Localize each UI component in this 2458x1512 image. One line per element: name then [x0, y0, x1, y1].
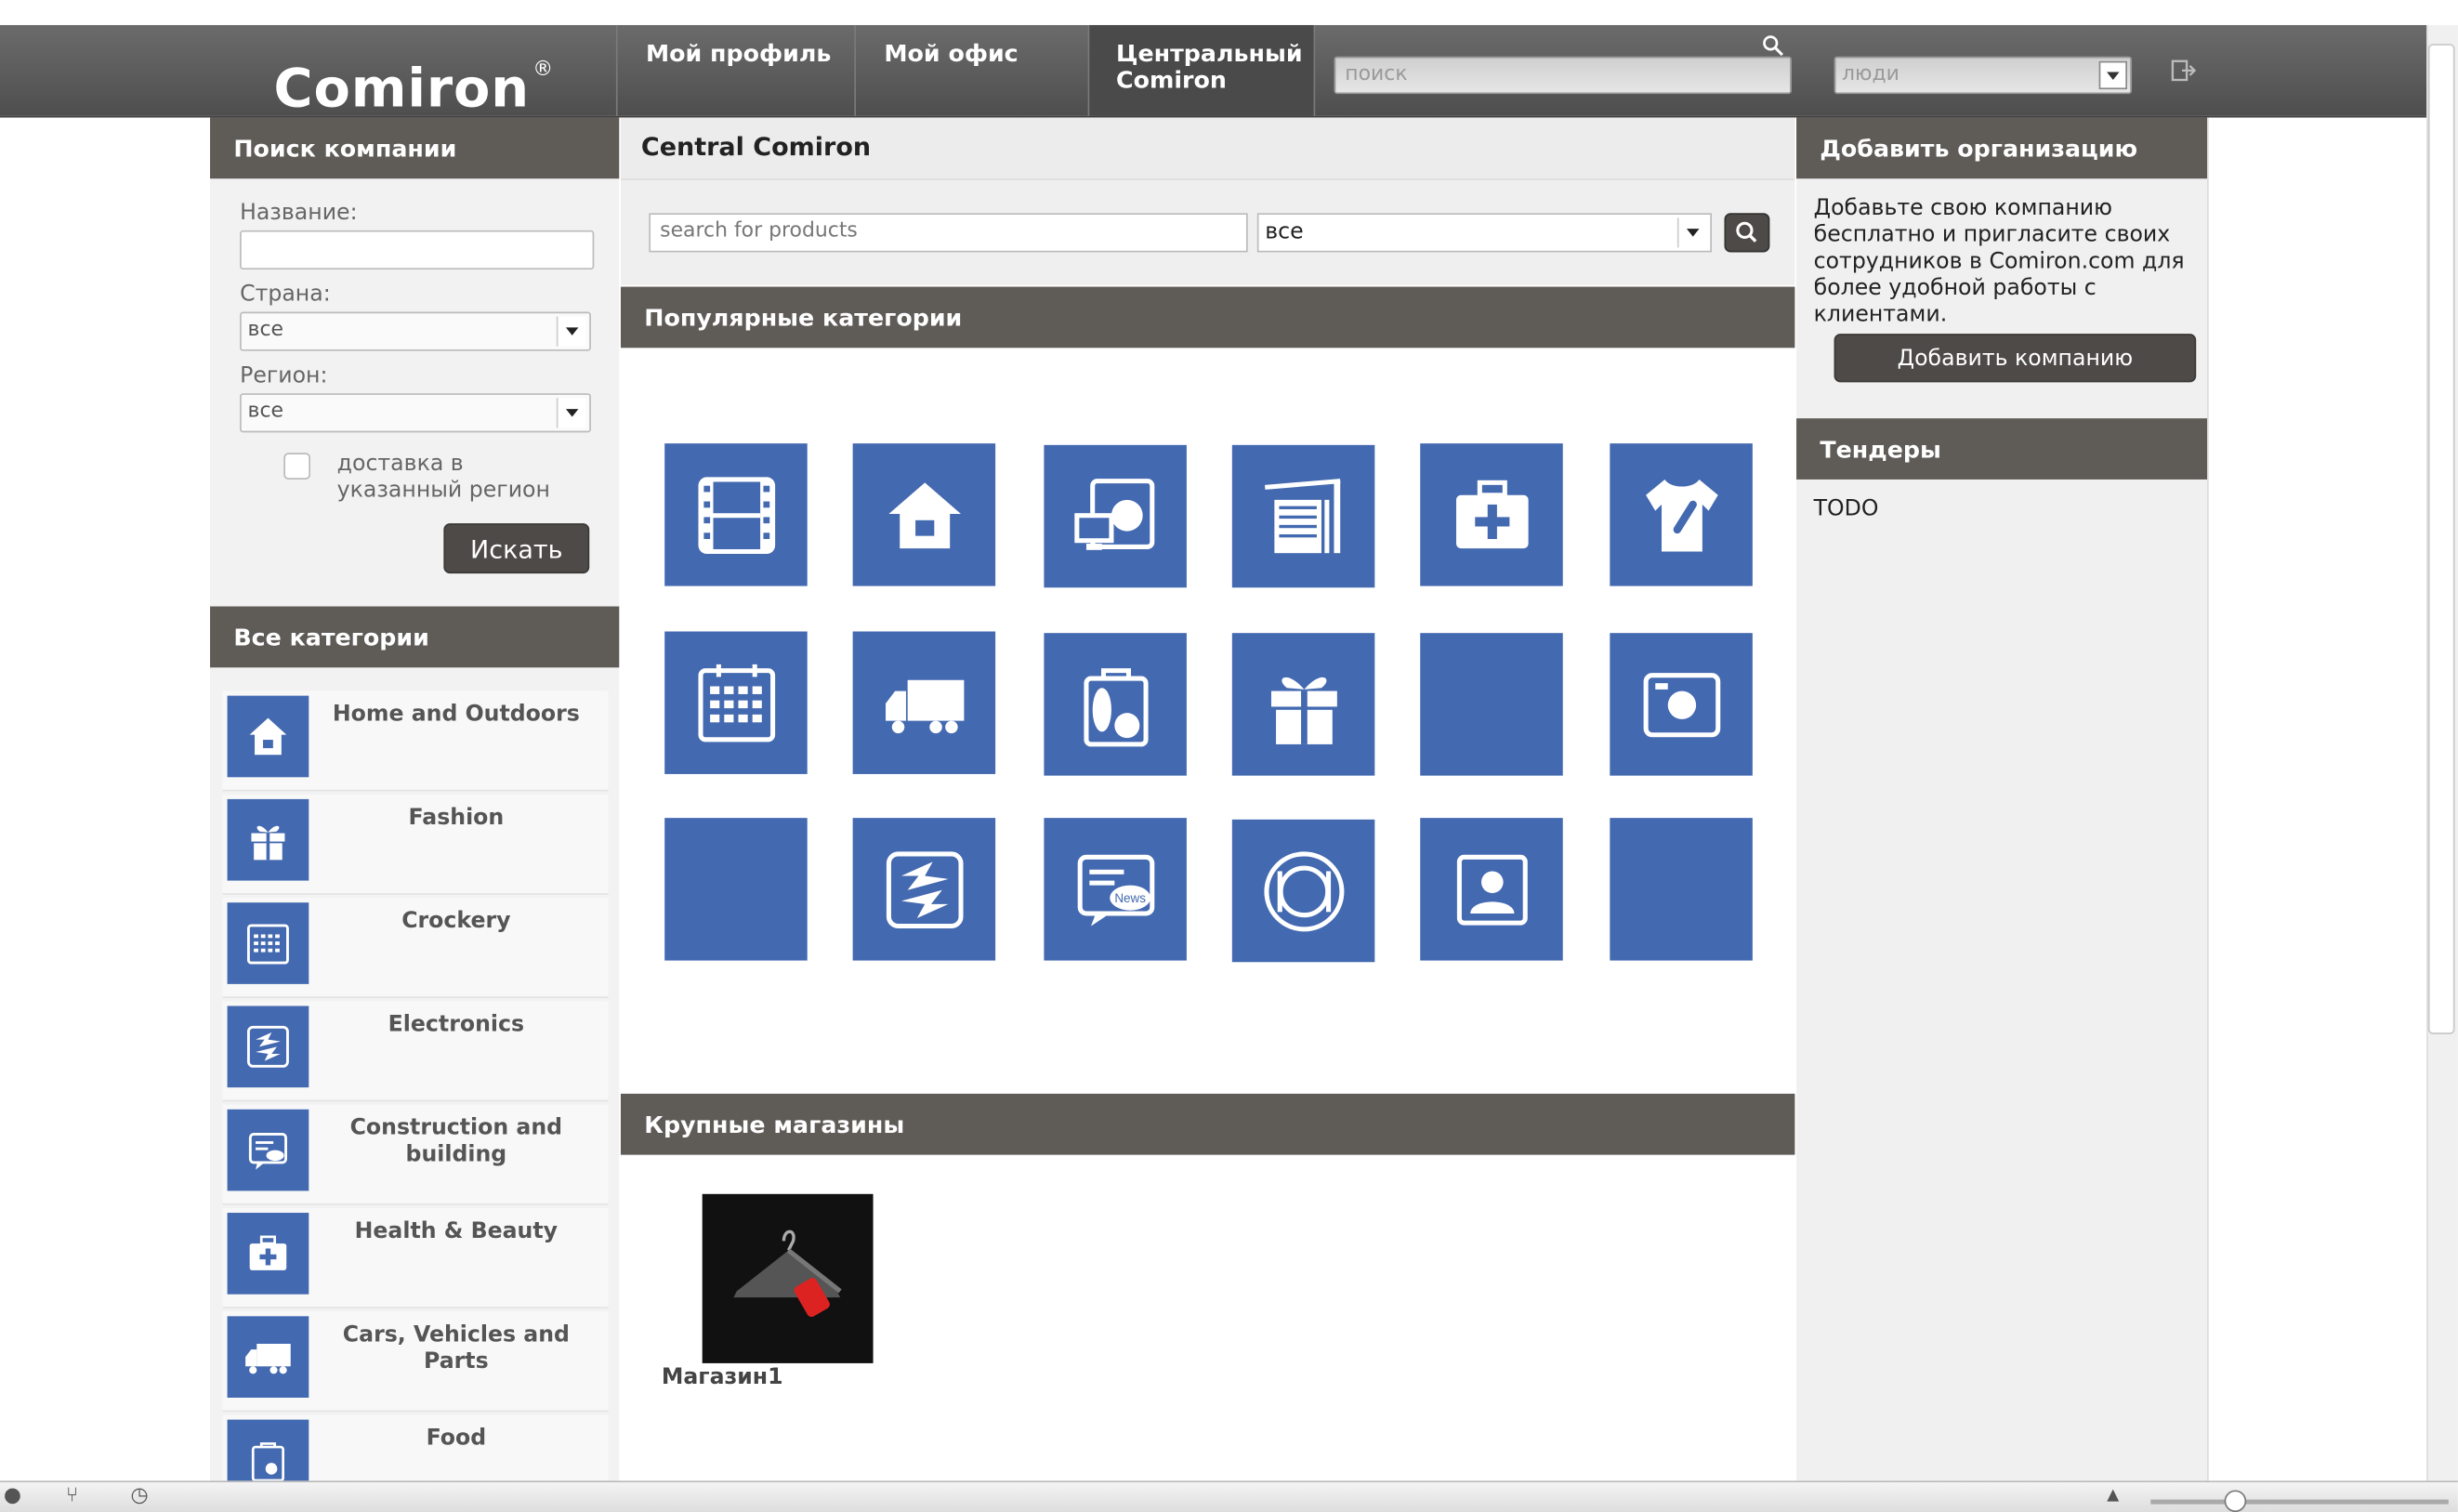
chevron-down-icon[interactable] [556, 398, 586, 428]
speed-dial-icon[interactable]: ◷ [127, 1484, 152, 1509]
logout-icon[interactable] [2170, 57, 2198, 85]
svg-text:News: News [1113, 890, 1145, 904]
gift-icon [227, 798, 309, 881]
chevron-down-icon[interactable] [2098, 60, 2127, 90]
search-icon[interactable] [1762, 34, 1787, 59]
nav-my-office[interactable]: Мой офис [858, 25, 1088, 116]
appliance-icon[interactable] [1044, 444, 1187, 588]
browser-viewport: Comiron ® Мой профиль Мой офис Центральны… [0, 0, 2458, 1512]
nav-my-profile[interactable]: Мой профиль [619, 25, 854, 116]
blank-tile[interactable] [1420, 633, 1563, 776]
main-header: Central Comiron [620, 117, 1795, 180]
house-icon[interactable] [852, 443, 996, 586]
category-label: Fashion [408, 805, 505, 831]
popular-categories-heading: Популярные категории [620, 286, 1795, 348]
category-label: Health & Beauty [354, 1218, 559, 1244]
share-icon[interactable]: ⑂ [59, 1484, 85, 1509]
blank-tile[interactable] [1610, 818, 1753, 961]
plate-icon[interactable] [1231, 819, 1375, 963]
medkit-icon [227, 1213, 309, 1295]
global-search-input[interactable]: поиск [1334, 56, 1793, 95]
house-icon [227, 695, 309, 778]
category-item[interactable]: Electronics [222, 1001, 609, 1102]
store-name[interactable]: Магазин1 [662, 1365, 783, 1390]
tenders-heading: Тендеры [1796, 418, 2208, 480]
all-categories-heading: Все категории [210, 606, 620, 668]
scrollbar-thumb[interactable] [2427, 44, 2455, 1034]
product-category-select[interactable]: все [1256, 213, 1712, 253]
browser-status-bar [0, 1480, 2458, 1512]
store-thumbnail[interactable] [702, 1193, 874, 1363]
building-icon[interactable] [1231, 444, 1375, 588]
add-company-button[interactable]: Добавить компанию [1834, 334, 2197, 383]
blank-tile[interactable] [664, 818, 808, 961]
calendar-icon[interactable] [664, 631, 808, 774]
country-label: Страна: [240, 282, 331, 308]
category-item[interactable]: Cars, Vehicles and Parts [222, 1311, 609, 1413]
truck-icon [227, 1316, 309, 1399]
category-item[interactable]: Crockery [222, 898, 609, 999]
chevron-down-icon[interactable] [556, 316, 586, 347]
search-scope-select[interactable]: люди [1834, 56, 2133, 95]
category-label: Construction and building [349, 1115, 563, 1168]
page-title: Central Comiron [640, 131, 872, 162]
product-search-button[interactable] [1724, 213, 1770, 253]
recycle-icon [227, 1006, 309, 1088]
chevron-down-icon[interactable] [1676, 217, 1707, 248]
company-search-heading: Поиск компании [210, 117, 620, 179]
tenders-content: TODO [1813, 496, 1879, 522]
region-label: Регион: [240, 363, 328, 389]
status-icon[interactable]: ● [0, 1484, 25, 1509]
contact-icon[interactable] [1420, 818, 1563, 961]
gift-icon[interactable] [1231, 633, 1375, 776]
category-label: Electronics [388, 1012, 525, 1038]
category-item[interactable]: Home and Outdoors [222, 690, 609, 792]
news-icon [227, 1109, 309, 1191]
nav-central-comiron[interactable]: Центральный Comiron [1089, 24, 1314, 116]
region-select[interactable]: все [240, 393, 591, 433]
zoom-slider-handle[interactable] [2224, 1490, 2247, 1512]
country-select[interactable]: все [240, 311, 591, 351]
category-label: Crockery [401, 908, 511, 934]
zoom-slider[interactable] [2150, 1499, 2449, 1505]
tshirt-icon[interactable] [1610, 443, 1753, 586]
category-item[interactable]: Construction and building [222, 1104, 609, 1205]
comiron-logo[interactable]: Comiron ® [212, 25, 616, 120]
recycle-icon[interactable] [852, 818, 996, 961]
category-label: Cars, Vehicles and Parts [342, 1322, 570, 1374]
company-name-input[interactable] [240, 230, 595, 270]
delivery-label: доставка в указанный регион [336, 451, 550, 504]
product-search-input[interactable]: search for products [649, 213, 1248, 253]
medkit-icon[interactable] [1420, 443, 1563, 586]
grocery-bag-icon[interactable] [1044, 633, 1187, 776]
name-label: Название: [240, 200, 358, 226]
truck-icon[interactable] [852, 631, 996, 774]
major-stores-heading: Крупные магазины [620, 1093, 1795, 1155]
film-icon[interactable] [664, 443, 808, 586]
category-label: Home and Outdoors [332, 702, 580, 728]
search-icon [1736, 221, 1757, 243]
grocery-bag-icon [227, 1419, 309, 1481]
chevron-up-icon[interactable]: ▲ [2100, 1484, 2125, 1509]
add-organization-text: Добавьте свою компанию бесплатно и пригл… [1813, 195, 2185, 328]
add-organization-heading: Добавить организацию [1796, 117, 2208, 179]
camera-icon[interactable] [1610, 633, 1753, 776]
category-item[interactable]: Health & Beauty [222, 1207, 609, 1308]
calendar-icon [227, 902, 309, 984]
category-item[interactable]: Fashion [222, 794, 609, 895]
category-label: Food [426, 1426, 487, 1452]
delivery-checkbox[interactable] [283, 453, 310, 480]
news-icon[interactable]: News [1044, 818, 1187, 961]
company-search-button[interactable]: Искать [443, 523, 590, 574]
category-item[interactable]: Food [222, 1414, 609, 1483]
